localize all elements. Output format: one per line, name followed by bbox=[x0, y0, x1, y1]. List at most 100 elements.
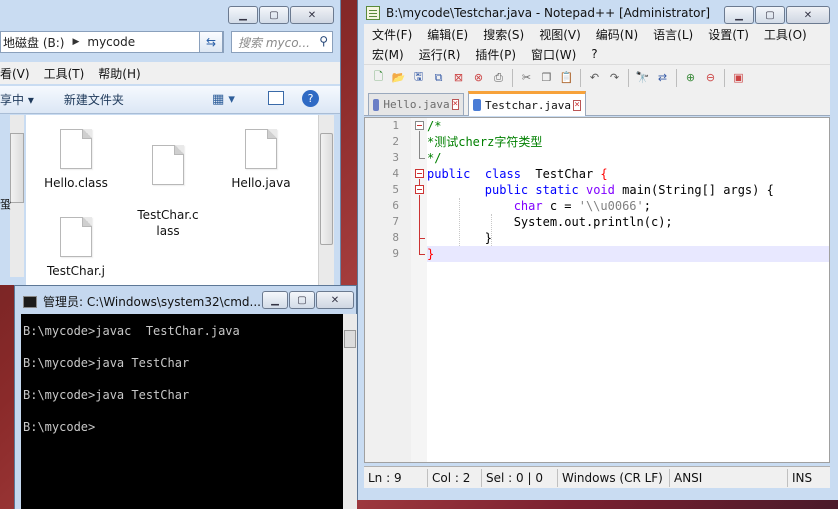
scrollbar-thumb[interactable] bbox=[10, 133, 24, 203]
new-file-icon[interactable]: 🗋 bbox=[370, 69, 387, 86]
maximize-button[interactable]: ▢ bbox=[289, 291, 315, 309]
scrollbar-thumb[interactable] bbox=[320, 133, 333, 245]
menu-tools[interactable]: 工具(T) bbox=[44, 65, 85, 82]
address-bar[interactable]: 地磁盘 (B:) ▶ mycode bbox=[0, 31, 224, 53]
code-editor[interactable]: 1 2 3 4 5 6 7 8 9 /* *测试cherz字符类型 */ pub… bbox=[364, 117, 830, 463]
fold-toggle-icon[interactable] bbox=[415, 121, 424, 130]
menu-settings[interactable]: 设置(T) bbox=[708, 26, 749, 43]
fold-toggle-icon[interactable] bbox=[415, 185, 424, 194]
scrollbar-thumb[interactable] bbox=[344, 330, 356, 348]
redo-icon[interactable]: ↷ bbox=[606, 69, 623, 86]
close-tab-icon[interactable]: × bbox=[573, 99, 581, 111]
console-output[interactable]: B:\mycode>javac TestChar.java B:\mycode>… bbox=[21, 314, 343, 509]
open-file-icon[interactable]: 📂 bbox=[390, 69, 407, 86]
share-button[interactable]: 享中 ▾ bbox=[0, 91, 34, 108]
file-name: TestChar.c lass bbox=[137, 208, 199, 238]
file-item[interactable]: TestChar.j bbox=[40, 217, 112, 279]
cut-icon[interactable]: ✂ bbox=[518, 69, 535, 86]
toolbar-separator bbox=[580, 68, 581, 87]
preview-pane-icon[interactable] bbox=[268, 91, 284, 105]
close-button[interactable]: ✕ bbox=[786, 6, 830, 24]
close-all-icon[interactable]: ⊗ bbox=[470, 69, 487, 86]
menu-help[interactable]: 帮助(H) bbox=[98, 65, 140, 82]
menu-language[interactable]: 语言(L) bbox=[653, 26, 693, 43]
address-drive[interactable]: 地磁盘 (B:) bbox=[3, 34, 64, 51]
menu-row: 文件(F) 编辑(E) 搜索(S) 视图(V) 编码(N) 语言(L) 设置(T… bbox=[364, 24, 830, 44]
maximize-button[interactable]: ▢ bbox=[755, 6, 785, 24]
print-icon[interactable]: ⎙ bbox=[490, 69, 507, 86]
line-number: 1 bbox=[392, 119, 399, 132]
nav-pane-scrollbar[interactable] bbox=[10, 115, 24, 277]
cmd-title: 管理员: C:\Windows\system32\cmd.... bbox=[23, 293, 265, 310]
file-item[interactable]: TestChar.c lass bbox=[132, 129, 204, 255]
menu-macro[interactable]: 宏(M) bbox=[372, 46, 404, 63]
save-icon[interactable]: 🖫 bbox=[410, 69, 427, 86]
copy-icon[interactable]: ❐ bbox=[538, 69, 555, 86]
search-input[interactable]: 搜索 myco... ⚲ bbox=[231, 31, 333, 53]
minimize-button[interactable]: ▁ bbox=[724, 6, 754, 24]
line-number: 8 bbox=[392, 231, 399, 244]
sync-scroll-icon[interactable]: ▣ bbox=[730, 69, 747, 86]
code-line: public class TestChar { bbox=[427, 167, 608, 181]
menu-view[interactable]: 视图(V) bbox=[539, 26, 581, 43]
help-icon[interactable]: ? bbox=[302, 90, 319, 107]
file-item[interactable]: Hello.class bbox=[40, 129, 112, 191]
address-folder[interactable]: mycode bbox=[87, 35, 135, 49]
menu-search[interactable]: 搜索(S) bbox=[483, 26, 524, 43]
status-line: Ln : 9 bbox=[364, 468, 428, 487]
status-encoding[interactable]: ANSI bbox=[670, 468, 788, 487]
tab-label: Hello.java bbox=[383, 98, 450, 111]
close-button[interactable]: ✕ bbox=[290, 6, 334, 24]
menu-run[interactable]: 运行(R) bbox=[419, 46, 461, 63]
tab-hello-java[interactable]: Hello.java × bbox=[368, 93, 464, 115]
tab-label: Testchar.java bbox=[484, 98, 572, 112]
status-eol[interactable]: Windows (CR LF) bbox=[558, 468, 670, 487]
npp-title: B:\mycode\Testchar.java - Notepad++ [Adm… bbox=[366, 6, 710, 20]
save-all-icon[interactable]: ⧉ bbox=[430, 69, 447, 86]
file-item[interactable]: Hello.java bbox=[225, 129, 297, 191]
undo-icon[interactable]: ↶ bbox=[586, 69, 603, 86]
tab-testchar-java[interactable]: Testchar.java × bbox=[468, 91, 586, 116]
line-number: 4 bbox=[392, 167, 399, 180]
close-file-icon[interactable]: ⊠ bbox=[450, 69, 467, 86]
menu-file[interactable]: 文件(F) bbox=[372, 26, 412, 43]
file-icon bbox=[60, 217, 92, 257]
menu-view[interactable]: 看(V) bbox=[0, 65, 30, 82]
zoom-out-icon[interactable]: ⊖ bbox=[702, 69, 719, 86]
search-placeholder: 搜索 myco... bbox=[238, 35, 310, 50]
menu-window[interactable]: 窗口(W) bbox=[531, 46, 576, 63]
minimize-button[interactable]: ▁ bbox=[228, 6, 258, 24]
find-icon[interactable]: 🔭 bbox=[634, 69, 651, 86]
fold-toggle-icon[interactable] bbox=[415, 169, 424, 178]
file-list-scrollbar[interactable] bbox=[318, 115, 334, 285]
replace-icon[interactable]: ⇄ bbox=[654, 69, 671, 86]
new-folder-button[interactable]: 新建文件夹 bbox=[64, 91, 124, 108]
search-icon[interactable]: ⚲ bbox=[319, 34, 328, 48]
fold-margin bbox=[411, 118, 427, 462]
menu-about[interactable]: ? bbox=[591, 47, 597, 61]
console-scrollbar[interactable] bbox=[343, 314, 357, 509]
fold-line bbox=[419, 195, 420, 254]
menu-plugins[interactable]: 插件(P) bbox=[475, 46, 516, 63]
close-tab-icon[interactable]: × bbox=[451, 99, 459, 110]
breadcrumb-arrow-icon[interactable]: ▶ bbox=[72, 37, 79, 47]
minimize-button[interactable]: ▁ bbox=[262, 291, 288, 309]
explorer-menubar: 看(V) 工具(T) 帮助(H) bbox=[0, 62, 340, 84]
explorer-window: ▁ ▢ ✕ 地磁盘 (B:) ▶ mycode ⇆ 搜索 myco... ⚲ 看… bbox=[0, 0, 341, 285]
maximize-button[interactable]: ▢ bbox=[259, 6, 289, 24]
menu-tools[interactable]: 工具(O) bbox=[764, 26, 807, 43]
console-prompt: B:\mycode> bbox=[23, 420, 96, 434]
paste-icon[interactable]: 📋 bbox=[558, 69, 575, 86]
menu-encoding[interactable]: 编码(N) bbox=[596, 26, 638, 43]
zoom-in-icon[interactable]: ⊕ bbox=[682, 69, 699, 86]
npp-menubar: 文件(F) 编辑(E) 搜索(S) 视图(V) 编码(N) 语言(L) 设置(T… bbox=[364, 24, 830, 64]
console-line: B:\mycode>java TestChar bbox=[23, 388, 190, 402]
toolbar-separator bbox=[628, 68, 629, 87]
file-icon bbox=[60, 129, 92, 169]
view-options-icon[interactable]: ▦ ▾ bbox=[212, 92, 235, 107]
status-insert-mode[interactable]: INS bbox=[788, 469, 828, 487]
menu-edit[interactable]: 编辑(E) bbox=[427, 26, 468, 43]
close-button[interactable]: ✕ bbox=[316, 291, 354, 309]
refresh-icon[interactable]: ⇆ bbox=[199, 31, 223, 53]
nav-pane-text: 蛩 bbox=[0, 198, 11, 211]
